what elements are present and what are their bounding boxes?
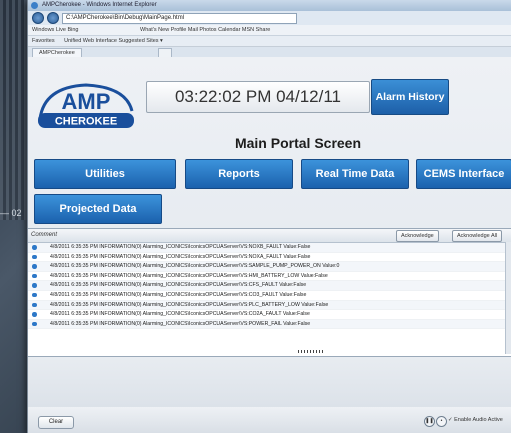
favorites-items[interactable]: Unified Web Interface Suggested Sites ▾ — [64, 38, 163, 44]
amp-cherokee-logo: AMP CHEROKEE — [38, 83, 134, 128]
back-button[interactable] — [32, 12, 44, 24]
table-row[interactable]: 4/8/2011 6:35:35 PM INFORMATION(0) Alarm… — [28, 291, 511, 301]
table-row[interactable]: 4/8/2011 6:35:35 PM INFORMATION(0) Alarm… — [28, 272, 511, 282]
info-icon — [32, 302, 37, 308]
utilities-button[interactable]: Utilities — [34, 159, 176, 189]
table-row[interactable]: 4/8/2011 6:35:35 PM INFORMATION(0) Alarm… — [28, 281, 511, 291]
info-icon — [32, 312, 37, 317]
reports-button[interactable]: Reports — [185, 159, 293, 189]
ie-logo-icon — [31, 2, 38, 9]
app-content: AMP CHEROKEE 03:22:02 PM 04/12/11 Alarm … — [28, 57, 511, 433]
favorites-bar: Favorites Unified Web Interface Suggeste… — [28, 36, 511, 47]
alarm-text: 4/8/2011 6:35:35 PM INFORMATION(0) Alarm… — [50, 311, 310, 318]
table-row[interactable]: 4/8/2011 6:35:35 PM INFORMATION(0) Alarm… — [28, 243, 511, 253]
alarm-text: 4/8/2011 6:35:35 PM INFORMATION(0) Alarm… — [50, 263, 340, 270]
info-icon — [32, 283, 37, 288]
settings-icon[interactable]: • — [436, 416, 447, 427]
acknowledge-all-button[interactable]: Acknowledge All — [452, 230, 503, 242]
logo-amp-text: AMP — [62, 89, 111, 114]
address-input[interactable]: C:\AMPCherokee\Bin\Debug\MainPage.html — [62, 12, 297, 24]
comment-column-header[interactable]: Comment — [31, 229, 57, 242]
favorites-button[interactable]: Favorites — [32, 38, 55, 44]
window-title: AMPCherokee - Windows Internet Explorer — [42, 2, 157, 8]
info-icon — [32, 264, 37, 269]
alarm-grid-header: Comment Acknowledge Acknowledge All — [28, 229, 511, 243]
alarm-text: 4/8/2011 6:35:35 PM INFORMATION(0) Alarm… — [50, 272, 328, 279]
alarm-text: 4/8/2011 6:35:35 PM INFORMATION(0) Alarm… — [50, 291, 307, 298]
alarm-detail-pane — [28, 357, 511, 408]
address-bar-row: C:\AMPCherokee\Bin\Debug\MainPage.html — [28, 11, 511, 25]
info-icon — [32, 254, 37, 260]
info-icon — [32, 273, 37, 279]
search-input[interactable]: Windows Live Bing — [32, 27, 78, 33]
acknowledge-button[interactable]: Acknowledge — [396, 230, 439, 242]
cems-interface-button[interactable]: CEMS Interface — [416, 159, 511, 189]
splitter-handle[interactable] — [298, 350, 324, 353]
window-titlebar: AMPCherokee - Windows Internet Explorer — [28, 0, 511, 11]
real-time-data-button[interactable]: Real Time Data — [301, 159, 409, 189]
side-label: — 02 — [0, 208, 22, 218]
alarm-rows: 4/8/2011 6:35:35 PM INFORMATION(0) Alarm… — [28, 243, 511, 330]
alarm-text: 4/8/2011 6:35:35 PM INFORMATION(0) Alarm… — [50, 253, 311, 260]
info-icon — [32, 245, 37, 250]
alarm-footer: Clear ❚❚ • ✓ Enable Audio Active — [28, 407, 511, 433]
page-title: Main Portal Screen — [234, 135, 362, 151]
alarm-text: 4/8/2011 6:35:35 PM INFORMATION(0) Alarm… — [50, 320, 311, 327]
info-icon — [32, 292, 37, 298]
table-row[interactable]: 4/8/2011 6:35:35 PM INFORMATION(0) Alarm… — [28, 310, 511, 320]
table-row[interactable]: 4/8/2011 6:35:35 PM INFORMATION(0) Alarm… — [28, 300, 511, 311]
links-menu[interactable]: What's New Profile Mail Photos Calendar … — [140, 27, 270, 33]
forward-button[interactable] — [47, 12, 59, 24]
table-row[interactable]: 4/8/2011 6:35:35 PM INFORMATION(0) Alarm… — [28, 253, 511, 263]
table-row[interactable]: 4/8/2011 6:35:35 PM INFORMATION(0) Alarm… — [28, 262, 511, 272]
pause-icon[interactable]: ❚❚ — [424, 416, 435, 427]
clock-display: 03:22:02 PM 04/12/11 — [146, 81, 370, 113]
browser-window: AMPCherokee - Windows Internet Explorer … — [27, 0, 511, 433]
alarm-grid: Comment Acknowledge Acknowledge All 4/8/… — [28, 228, 511, 357]
alarm-grid-scrollbar[interactable] — [505, 242, 511, 354]
alarm-text: 4/8/2011 6:35:35 PM INFORMATION(0) Alarm… — [50, 301, 329, 308]
clear-button[interactable]: Clear — [38, 416, 74, 429]
alarm-text: 4/8/2011 6:35:35 PM INFORMATION(0) Alarm… — [50, 244, 311, 250]
info-icon — [32, 321, 37, 327]
alarm-history-button[interactable]: Alarm History — [371, 79, 449, 115]
enable-audio-checkbox[interactable]: ✓ Enable Audio Active — [448, 417, 503, 423]
alarm-text: 4/8/2011 6:35:35 PM INFORMATION(0) Alarm… — [50, 282, 307, 289]
logo-cherokee-text: CHEROKEE — [55, 116, 117, 128]
table-row[interactable]: 4/8/2011 6:35:35 PM INFORMATION(0) Alarm… — [28, 319, 511, 330]
projected-data-button[interactable]: Projected Data — [34, 194, 162, 224]
links-bar: Windows Live Bing What's New Profile Mai… — [28, 25, 511, 36]
